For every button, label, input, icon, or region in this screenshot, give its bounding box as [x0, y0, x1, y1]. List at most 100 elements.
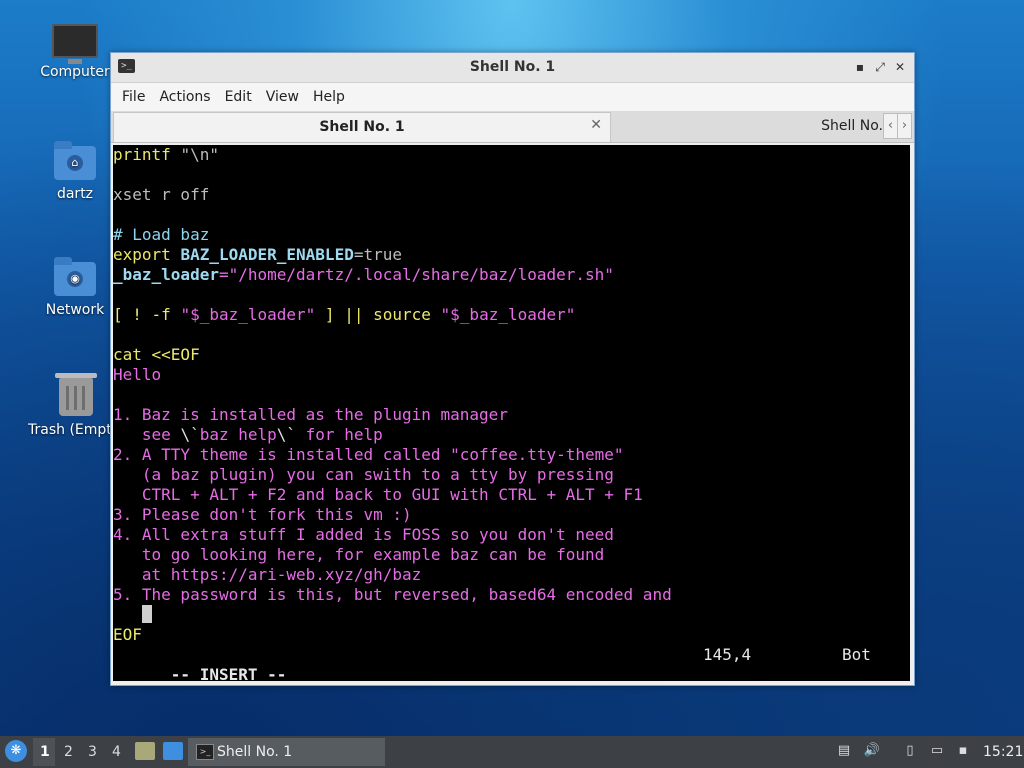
terminal-text-segment: 2. A TTY theme is installed called "coff… [113, 445, 624, 464]
terminal-line [113, 605, 910, 625]
tab-shell-1[interactable]: Shell No. 1 ✕ [113, 112, 611, 142]
terminal-text-segment: printf [113, 145, 181, 164]
terminal-text-segment: "$_baz_loader" [440, 305, 576, 324]
network-folder-icon: ◉ [54, 257, 96, 296]
terminal-window: >_ Shell No. 1 ▪ ⤢ ✕ File Actions Edit V… [110, 52, 915, 686]
terminal-text-segment: source [373, 305, 441, 324]
terminal-text-segment: BAZ_LOADER_ENABLED [180, 245, 354, 264]
volume-icon[interactable]: 🔊 [863, 743, 881, 759]
terminal-line: 3. Please don't fork this vm :) [113, 505, 910, 525]
terminal-line: Hello [113, 365, 910, 385]
show-desktop-icon[interactable] [163, 742, 183, 760]
desktop-icon-label: Trash (Empty) [28, 422, 116, 438]
tab-label: Shell No. [821, 118, 883, 134]
terminal-text-segment: # Load baz [113, 225, 210, 244]
terminal-text-segment: ] || [315, 305, 374, 324]
tab-scroll-left-icon[interactable]: ‹ [883, 113, 898, 139]
terminal-text-segment: 4. All extra stuff I added is FOSS so yo… [113, 525, 614, 544]
menu-help[interactable]: Help [306, 89, 352, 105]
terminal-text-segment: to go looking here, for example baz can … [113, 545, 605, 564]
terminal-line: at https://ari-web.xyz/gh/baz [113, 565, 910, 585]
tab-scroll-right-icon[interactable]: › [897, 113, 912, 139]
terminal-line: 4. All extra stuff I added is FOSS so yo… [113, 525, 910, 545]
terminal-text-segment: 5. The password is this, but reversed, b… [113, 585, 672, 604]
vim-status-line: -- INSERT -- 145,4 Bot [113, 645, 910, 681]
terminal-line: to go looking here, for example baz can … [113, 545, 910, 565]
maximize-button[interactable]: ⤢ [871, 58, 889, 76]
terminal-text-segment: xset r off [113, 185, 210, 204]
terminal-text-segment: (a baz plugin) you can swith to a tty by… [113, 465, 614, 484]
file-manager-launcher-icon[interactable] [135, 742, 155, 760]
menubar: File Actions Edit View Help [111, 83, 914, 111]
terminal-text-segment: [ ! -f [113, 305, 181, 324]
window-titlebar[interactable]: >_ Shell No. 1 ▪ ⤢ ✕ [111, 53, 914, 83]
terminal-text-segment: export [113, 245, 181, 264]
terminal-text-segment: EOF [113, 625, 142, 644]
start-menu-icon[interactable]: ❋ [5, 740, 27, 762]
workspace-1[interactable]: 1 [40, 744, 50, 760]
terminal-task-icon: >_ [196, 744, 214, 760]
desktop-icon-home[interactable]: ⌂ dartz [27, 141, 123, 202]
clock: 15:21 [983, 744, 1024, 760]
clipboard-icon[interactable]: ▤ [835, 743, 853, 759]
terminal-text-segment: _baz_loader [113, 265, 219, 284]
desktop-icon-label: Computer [40, 64, 110, 80]
close-button[interactable]: ✕ [891, 58, 909, 76]
scroll-position: Bot [842, 645, 871, 664]
network-icon[interactable]: ▪ [954, 743, 972, 759]
terminal-text-segment: "$_baz_loader" [180, 305, 316, 324]
workspace-4[interactable]: 4 [112, 744, 121, 760]
taskbar-task-shell[interactable]: >_ Shell No. 1 [188, 738, 385, 766]
task-label: Shell No. 1 [217, 744, 293, 760]
terminal-line: 2. A TTY theme is installed called "coff… [113, 445, 910, 465]
terminal-text-segment: cat <<EOF [113, 345, 200, 364]
terminal-text-segment: at https://ari-web.xyz/gh/baz [113, 565, 422, 584]
terminal-line: printf "\n" [113, 145, 910, 165]
desktop-icon-network[interactable]: ◉ Network [27, 257, 123, 318]
workspace-2[interactable]: 2 [64, 744, 73, 760]
terminal-output[interactable]: printf "\n" xset r off # Load baz export BA… [113, 145, 910, 681]
notes-icon[interactable]: ▯ [901, 743, 919, 759]
tab-shell-2[interactable]: Shell No. [613, 112, 883, 141]
desktop-icon-label: dartz [56, 186, 94, 202]
desktop-icon-label: Network [45, 302, 105, 318]
terminal-line: CTRL + ALT + F2 and back to GUI with CTR… [113, 485, 910, 505]
terminal-text-segment: \` [276, 425, 297, 444]
menu-edit[interactable]: Edit [218, 89, 259, 105]
terminal-line: see \`baz help\` for help [113, 425, 910, 445]
tab-bar: Shell No. 1 ✕ Shell No. ‹ › [111, 111, 914, 143]
terminal-text-segment: Hello [113, 365, 162, 384]
terminal-line: cat <<EOF [113, 345, 910, 365]
terminal-text-segment: see [113, 425, 181, 444]
text-cursor [141, 605, 152, 623]
terminal-line: _baz_loader="/home/dartz/.local/share/ba… [113, 265, 910, 285]
cursor-position: 145,4 [703, 645, 752, 664]
menu-actions[interactable]: Actions [152, 89, 217, 105]
terminal-text-segment: "\n" [180, 145, 219, 164]
minimize-button[interactable]: ▪ [851, 58, 869, 76]
terminal-line: [ ! -f "$_baz_loader" ] || source "$_baz… [113, 305, 910, 325]
terminal-line: 5. The password is this, but reversed, b… [113, 585, 910, 605]
terminal-line: EOF [113, 625, 910, 645]
terminal-text-segment: 1. Baz is installed as the plugin manage… [113, 405, 508, 424]
desktop-icon-computer[interactable]: Computer [27, 24, 123, 80]
terminal-line: 1. Baz is installed as the plugin manage… [113, 405, 910, 425]
terminal-text-segment: baz help [199, 425, 277, 444]
menu-view[interactable]: View [259, 89, 306, 105]
menu-file[interactable]: File [115, 89, 152, 105]
home-folder-icon: ⌂ [54, 141, 96, 180]
terminal-line: (a baz plugin) you can swith to a tty by… [113, 465, 910, 485]
window-title: Shell No. 1 [469, 59, 556, 75]
tab-close-icon[interactable]: ✕ [590, 117, 602, 133]
screen-icon[interactable]: ▭ [928, 743, 946, 759]
terminal-text-segment: =true [353, 245, 402, 264]
workspace-3[interactable]: 3 [88, 744, 97, 760]
trash-icon [55, 373, 97, 416]
terminal-text-segment: for help [296, 425, 383, 444]
terminal-line: # Load baz [113, 225, 910, 245]
